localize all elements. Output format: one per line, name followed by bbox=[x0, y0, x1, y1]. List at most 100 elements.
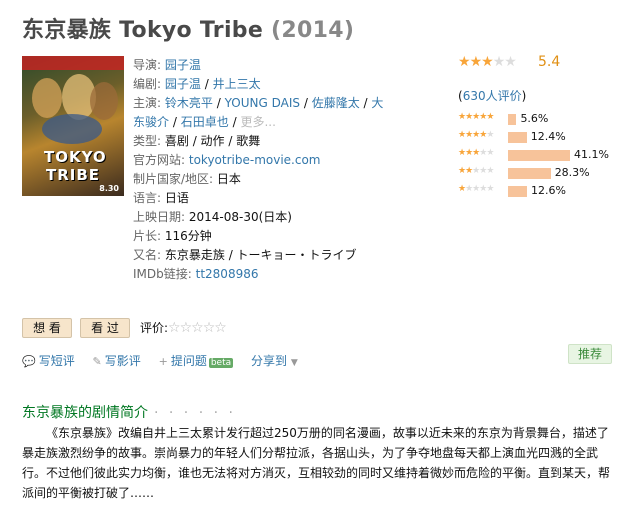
cast-row: 主演: 铃木亮平 / YOUNG DAIS / 佐藤隆太 / 大 bbox=[133, 96, 384, 110]
cast-link[interactable]: YOUNG DAIS bbox=[225, 96, 300, 110]
poster-title-line1: TOKYO bbox=[44, 148, 107, 166]
synopsis-title: 东京暴族的剧情简介 bbox=[22, 405, 148, 421]
synopsis-heading: 东京暴族的剧情简介 · · · · · · bbox=[22, 402, 236, 422]
cast-more-link[interactable]: 更多... bbox=[240, 115, 275, 129]
rating-stars-icon: ★★★★★ bbox=[458, 54, 517, 70]
share-label: 分享到 bbox=[250, 354, 287, 368]
imdb-link[interactable]: tt2808986 bbox=[196, 267, 259, 281]
cast-link[interactable]: 东骏介 bbox=[133, 115, 169, 129]
genre-value: 喜剧 / 动作 / 歌舞 bbox=[164, 134, 261, 148]
poster-figure bbox=[42, 114, 102, 144]
distribution-row: ★★★★★ 5.6% bbox=[458, 110, 628, 128]
runtime-value: 116分钟 bbox=[164, 229, 212, 243]
writer-link[interactable]: 井上三太 bbox=[213, 77, 261, 91]
distribution-bar bbox=[508, 150, 570, 161]
distribution-row: ★★★★★ 12.4% bbox=[458, 128, 628, 146]
poster-figure bbox=[32, 78, 62, 118]
runtime-label: 片长: bbox=[133, 229, 162, 243]
recommend-button[interactable]: 推荐 bbox=[568, 344, 612, 364]
language-label: 语言: bbox=[133, 191, 162, 205]
distribution-bar bbox=[508, 114, 517, 125]
watched-button[interactable]: 看 过 bbox=[80, 318, 130, 338]
release-row: 上映日期: 2014-08-30(日本) bbox=[133, 208, 383, 227]
votes-link[interactable]: 630人评价 bbox=[463, 89, 522, 103]
synopsis-dots: · · · · · · bbox=[154, 405, 236, 421]
director-label: 导演: bbox=[133, 58, 162, 72]
distribution-row: ★★★★★ 28.3% bbox=[458, 164, 628, 182]
plus-icon: + bbox=[158, 355, 168, 368]
question-label: 提问题 bbox=[170, 354, 207, 368]
rating-score: 5.4 bbox=[538, 54, 561, 70]
imdb-row: IMDb链接: tt2808986 bbox=[133, 265, 383, 284]
distribution-bar bbox=[508, 186, 527, 197]
movie-info: 导演: 园子温 编剧: 园子温 / 井上三太 主演: 铃木亮平 / YOUNG … bbox=[133, 56, 383, 284]
genre-row: 类型: 喜剧 / 动作 / 歌舞 bbox=[133, 132, 383, 151]
want-to-watch-button[interactable]: 想 看 bbox=[22, 318, 72, 338]
distribution-percent: 12.4% bbox=[530, 130, 566, 143]
director-row: 导演: 园子温 bbox=[133, 56, 383, 75]
poster-date: 8.30 bbox=[99, 184, 119, 193]
cast-link[interactable]: 大 bbox=[371, 96, 383, 110]
poster-title-line2: TRIBE bbox=[46, 166, 101, 184]
distribution-row: ★★★★★ 41.1% bbox=[458, 146, 628, 164]
aka-label: 又名: bbox=[133, 248, 162, 262]
site-link[interactable]: tokyotribe-movie.com bbox=[189, 153, 321, 167]
writer-label: 编剧: bbox=[133, 77, 162, 91]
distribution-stars-icon: ★★★★★ bbox=[458, 148, 494, 158]
movie-poster[interactable]: TOKYO TRIBE 8.30 bbox=[22, 56, 124, 196]
cast-row-continued: 东骏介 / 石田卓也 / 更多... bbox=[133, 115, 276, 129]
distribution-percent: 12.6% bbox=[531, 184, 566, 197]
write-review-link[interactable]: ✎ 写影评 bbox=[93, 354, 141, 368]
distribution-stars-icon: ★★★★★ bbox=[458, 184, 494, 194]
imdb-label: IMDb链接: bbox=[133, 267, 192, 281]
beta-badge: beta bbox=[208, 358, 234, 368]
country-label: 制片国家/地区: bbox=[133, 172, 214, 186]
votes-suffix: ) bbox=[521, 89, 527, 103]
writer-link[interactable]: 园子温 bbox=[165, 77, 201, 91]
country-value: 日本 bbox=[216, 172, 241, 186]
genre-label: 类型: bbox=[133, 134, 162, 148]
cast-link[interactable]: 佐藤隆太 bbox=[312, 96, 360, 110]
site-label: 官方网站: bbox=[133, 153, 186, 167]
chat-icon: 💬 bbox=[22, 355, 36, 368]
country-row: 制片国家/地区: 日本 bbox=[133, 170, 383, 189]
writer-row: 编剧: 园子温 / 井上三太 bbox=[133, 77, 261, 91]
language-value: 日语 bbox=[164, 191, 189, 205]
action-bar: 💬 写短评 ✎ 写影评 + 提问题 beta 分享到 ▼ bbox=[22, 352, 298, 369]
pencil-icon: ✎ bbox=[92, 355, 102, 368]
movie-title-text: 东京暴族 Tokyo Tribe bbox=[22, 18, 264, 43]
movie-year: (2014) bbox=[271, 18, 355, 43]
distribution-bar bbox=[508, 132, 527, 143]
poster-banner bbox=[22, 56, 124, 70]
cast-link[interactable]: 石田卓也 bbox=[181, 115, 229, 129]
rate-label: 评价: bbox=[140, 321, 169, 335]
release-label: 上映日期: bbox=[133, 210, 186, 224]
distribution-stars-icon: ★★★★★ bbox=[458, 166, 494, 176]
ask-question-link[interactable]: + 提问题 beta bbox=[159, 354, 234, 368]
language-row: 语言: 日语 bbox=[133, 189, 383, 208]
rating-votes: (630人评价) bbox=[458, 87, 526, 104]
write-short-review-link[interactable]: 💬 写短评 bbox=[22, 354, 75, 368]
rating-summary: ★★★★★ 5.4 bbox=[458, 54, 560, 70]
rate-stars-icon[interactable]: ☆☆☆☆☆ bbox=[168, 320, 227, 336]
director-link[interactable]: 园子温 bbox=[165, 58, 201, 72]
chevron-down-icon: ▼ bbox=[290, 358, 298, 368]
aka-row: 又名: 东京暴走族 / トーキョー・トライブ bbox=[133, 246, 383, 265]
distribution-stars-icon: ★★★★★ bbox=[458, 130, 494, 140]
distribution-percent: 5.6% bbox=[520, 112, 549, 125]
cast-label: 主演: bbox=[133, 96, 162, 110]
aka-value: 东京暴走族 / トーキョー・トライブ bbox=[164, 248, 357, 262]
short-review-label: 写短评 bbox=[38, 354, 75, 368]
distribution-stars-icon: ★★★★★ bbox=[458, 112, 494, 122]
poster-figure bbox=[90, 82, 118, 120]
my-rating: 评价:☆☆☆☆☆ bbox=[140, 319, 227, 336]
distribution-row: ★★★★★ 12.6% bbox=[458, 182, 628, 200]
distribution-percent: 41.1% bbox=[574, 148, 609, 161]
release-value: 2014-08-30(日本) bbox=[188, 210, 292, 224]
movie-title: 东京暴族 Tokyo Tribe (2014) bbox=[22, 12, 354, 44]
site-row: 官方网站: tokyotribe-movie.com bbox=[133, 151, 383, 170]
share-link[interactable]: 分享到 ▼ bbox=[251, 354, 298, 368]
cast-link[interactable]: 铃木亮平 bbox=[165, 96, 213, 110]
rating-distribution: ★★★★★ 5.6% ★★★★★ 12.4% ★★★★★ 41.1% ★★★★★ 28.3% ★… bbox=[458, 110, 628, 200]
distribution-percent: 28.3% bbox=[554, 166, 590, 179]
